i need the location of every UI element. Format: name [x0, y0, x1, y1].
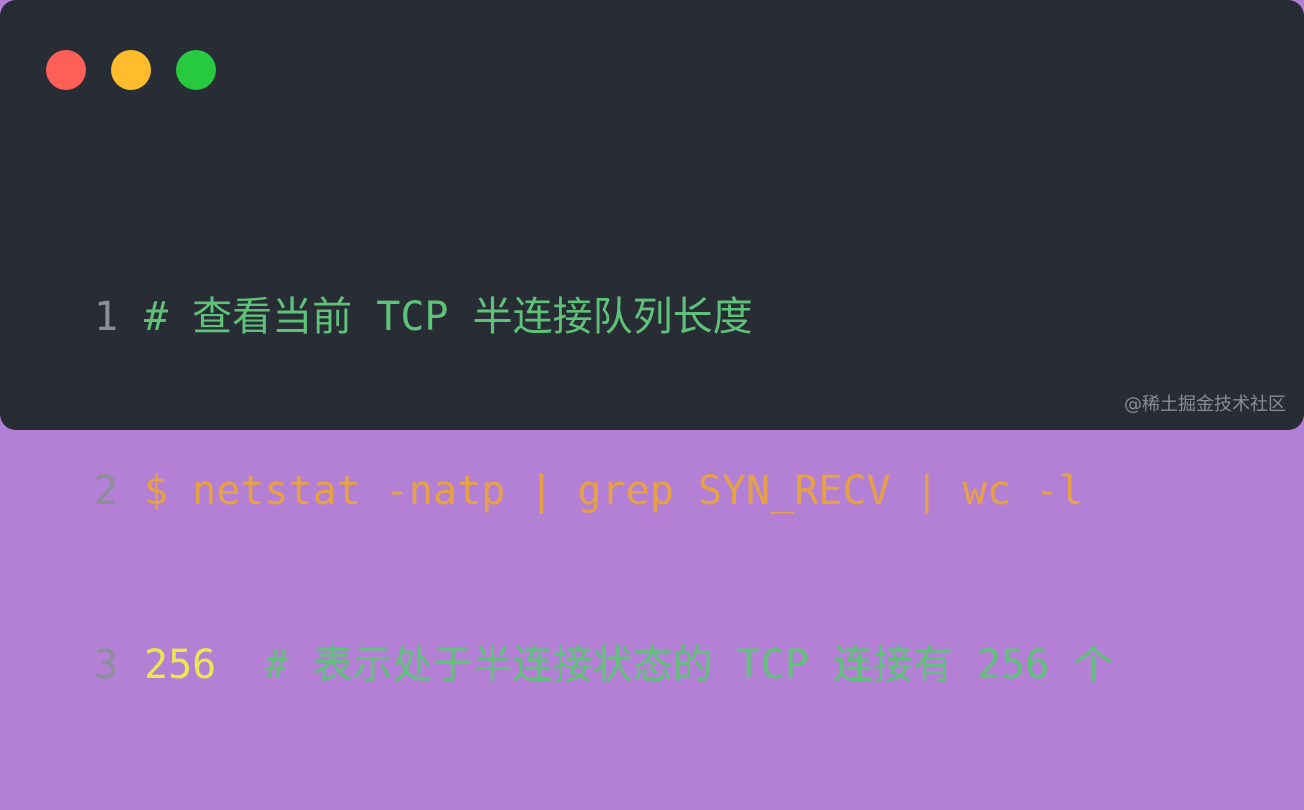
maximize-dot-icon[interactable]: [176, 50, 216, 90]
output-number: 256: [144, 642, 217, 688]
watermark: @稀土掘金技术社区: [1124, 394, 1286, 415]
code-comment: # 表示处于半连接状态的 TCP 连接有 256 个: [264, 642, 1114, 688]
close-dot-icon[interactable]: [46, 50, 86, 90]
code-comment: # 查看当前 TCP 半连接队列长度: [144, 294, 753, 340]
code-line-1: 1 # 查看当前 TCP 半连接队列长度: [94, 288, 1113, 346]
code-line-2: 2 $ netstat -natp | grep SYN_RECV | wc -l: [94, 462, 1113, 520]
window-controls: [46, 50, 216, 90]
code-window: 1 # 查看当前 TCP 半连接队列长度 2 $ netstat -natp | g…: [0, 0, 1304, 688]
shell-command: netstat -natp | grep SYN_RECV | wc -l: [192, 468, 1084, 514]
line-number: 2: [94, 468, 119, 514]
code-line-3: 3 256 # 表示处于半连接状态的 TCP 连接有 256 个: [94, 636, 1113, 694]
line-number: 3: [94, 642, 119, 688]
minimize-dot-icon[interactable]: [111, 50, 151, 90]
line-number: 1: [94, 294, 119, 340]
shell-prompt: $: [144, 468, 193, 514]
code-block: 1 # 查看当前 TCP 半连接队列长度 2 $ netstat -natp | g…: [94, 172, 1113, 810]
